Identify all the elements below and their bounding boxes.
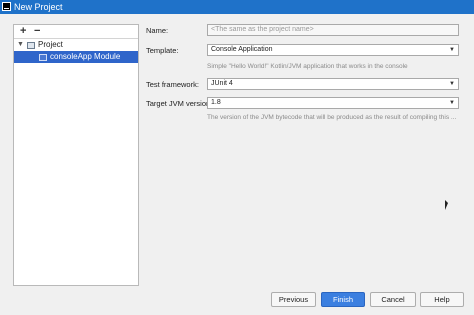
window-title: New Project <box>14 2 63 12</box>
template-value: Console Application <box>211 46 273 53</box>
add-icon[interactable]: + <box>20 25 26 37</box>
chevron-down-icon: ▼ <box>449 47 455 53</box>
intellij-app-icon <box>2 2 11 11</box>
remove-icon[interactable]: − <box>34 25 40 37</box>
finish-button[interactable]: Finish <box>321 292 365 307</box>
jvm-version-value: 1.8 <box>211 99 221 106</box>
template-select[interactable]: Console Application ▼ <box>207 44 459 56</box>
module-icon <box>39 54 47 61</box>
window-titlebar: New Project <box>0 0 474 14</box>
name-field[interactable]: <The same as the project name> <box>207 24 459 36</box>
project-folder-icon <box>27 42 35 49</box>
name-placeholder: <The same as the project name> <box>211 26 314 33</box>
tree-item-project[interactable]: ▼ Project <box>14 39 138 51</box>
help-button[interactable]: Help <box>420 292 464 307</box>
test-framework-select[interactable]: JUnit 4 ▼ <box>207 78 459 90</box>
template-label: Template: <box>146 46 179 55</box>
tree-toolbar: + − <box>14 25 138 39</box>
test-framework-value: JUnit 4 <box>211 80 233 87</box>
test-framework-label: Test framework: <box>146 80 199 89</box>
template-description: Simple "Hello World!" Kotlin/JVM applica… <box>207 63 408 70</box>
jvm-version-label: Target JVM version: <box>146 99 213 108</box>
chevron-down-icon[interactable]: ▼ <box>17 39 24 51</box>
tree-item-label: Project <box>38 40 63 49</box>
tree-item-label: consoleApp Module <box>50 52 121 61</box>
jvm-version-select[interactable]: 1.8 ▼ <box>207 97 459 109</box>
chevron-down-icon: ▼ <box>449 81 455 87</box>
module-tree-panel: + − ▼ Project consoleApp Module <box>13 24 139 286</box>
chevron-down-icon: ▼ <box>449 100 455 106</box>
tree-item-consoleapp-module[interactable]: consoleApp Module <box>14 51 138 63</box>
previous-button[interactable]: Previous <box>271 292 316 307</box>
jvm-version-description: The version of the JVM bytecode that wil… <box>207 114 457 121</box>
cancel-button[interactable]: Cancel <box>370 292 416 307</box>
name-label: Name: <box>146 26 169 35</box>
